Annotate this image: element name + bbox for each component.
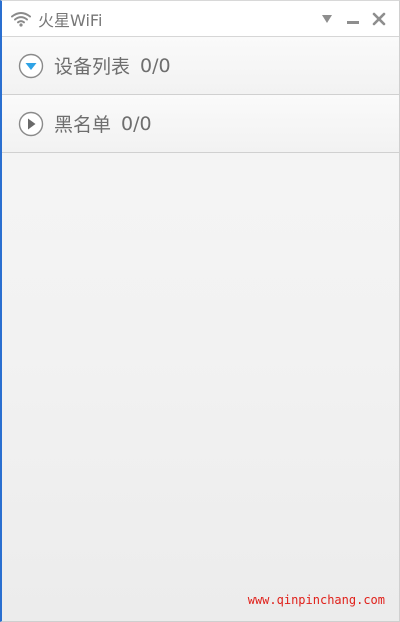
- blacklist-section[interactable]: 黑名单 0/0: [2, 95, 399, 153]
- dropdown-menu-icon[interactable]: [317, 9, 337, 29]
- window-title: 火星WiFi: [38, 10, 103, 30]
- device-list-label: 设备列表: [54, 56, 131, 78]
- device-list-section[interactable]: 设备列表 0/0: [2, 37, 399, 95]
- collapse-right-icon[interactable]: [18, 111, 44, 137]
- title-bar[interactable]: 火星WiFi: [2, 1, 399, 37]
- window-controls: [317, 9, 389, 29]
- wifi-icon: [10, 9, 32, 29]
- blacklist-label: 黑名单: [54, 114, 112, 136]
- watermark-text: www.qinpinchang.com: [247, 593, 385, 607]
- minimize-icon[interactable]: [343, 9, 363, 29]
- blacklist-count: 0/0: [121, 112, 152, 135]
- device-list-count: 0/0: [140, 54, 171, 77]
- content-area: www.qinpinchang.com: [2, 155, 399, 621]
- close-icon[interactable]: [369, 9, 389, 29]
- app-window: 火星WiFi 设备列表 0/0 黑名单 0/0 www.qinpinchang.…: [0, 0, 400, 622]
- expand-down-icon[interactable]: [18, 53, 44, 79]
